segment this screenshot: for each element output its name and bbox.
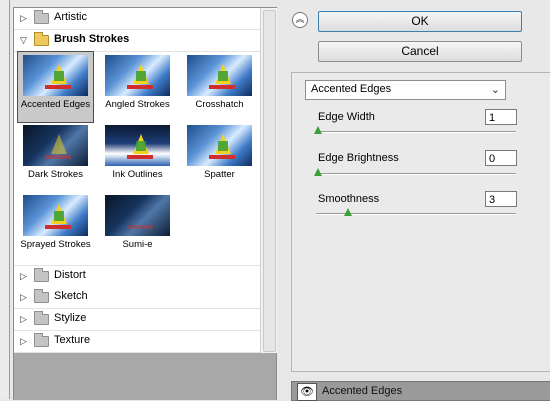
edge-width-slider-thumb[interactable] — [314, 126, 322, 134]
gallery-scrollbar[interactable] — [260, 8, 277, 353]
expand-triangle-icon[interactable]: ▷ — [20, 336, 27, 347]
filter-preview-image — [23, 125, 88, 166]
smoothness-field[interactable]: 3 — [485, 191, 517, 207]
cancel-button[interactable]: Cancel — [318, 41, 522, 62]
category-label: Distort — [54, 269, 86, 281]
edge-brightness-label: Edge Brightness — [318, 152, 399, 164]
expand-triangle-icon[interactable]: ▷ — [20, 314, 27, 325]
category-texture[interactable]: ▷ Texture — [14, 331, 260, 353]
filter-thumb-caption: Sumi-e — [122, 239, 153, 250]
filter-thumb-spatter[interactable]: Spatter — [182, 122, 257, 192]
folder-icon — [34, 268, 49, 282]
filter-select-value: Accented Edges — [311, 83, 392, 95]
expand-triangle-icon[interactable]: ▷ — [20, 271, 27, 282]
filter-gallery-panel: ▷ Artistic ▽ Brush Strokes Accented Edge… — [13, 7, 277, 400]
category-label: Sketch — [54, 290, 88, 302]
filter-gallery-list: ▷ Artistic ▽ Brush Strokes Accented Edge… — [14, 8, 260, 353]
smoothness-slider-thumb[interactable] — [344, 208, 352, 216]
filter-thumb-caption: Sprayed Strokes — [20, 239, 91, 250]
category-label: Texture — [54, 334, 91, 346]
edge-width-label: Edge Width — [318, 111, 375, 123]
filter-thumb-caption: Dark Strokes — [28, 169, 83, 180]
filter-thumb-caption: Angled Strokes — [105, 99, 170, 110]
eye-icon[interactable]: 👁 — [297, 383, 317, 401]
collapse-triangle-icon[interactable]: ▽ — [20, 35, 27, 46]
filter-thumb-caption: Ink Outlines — [112, 169, 163, 180]
filter-preview-image — [105, 125, 170, 166]
ok-button[interactable]: OK — [318, 11, 522, 32]
smoothness-label: Smoothness — [318, 193, 380, 205]
double-chevron-up-icon: ︽ — [295, 14, 305, 24]
expand-triangle-icon[interactable]: ▷ — [20, 292, 27, 303]
folder-open-icon — [34, 32, 49, 46]
chevron-down-icon: ⌄ — [490, 84, 500, 96]
edge-width-field[interactable]: 1 — [485, 109, 517, 125]
folder-icon — [34, 289, 49, 303]
filter-thumb-ink-outlines[interactable]: Ink Outlines — [100, 122, 175, 192]
filter-thumb-caption: Crosshatch — [195, 99, 244, 110]
edge-brightness-slider[interactable] — [316, 173, 516, 175]
filter-preview-image — [187, 55, 252, 96]
filter-preview-image — [105, 195, 170, 236]
category-stylize[interactable]: ▷ Stylize — [14, 309, 260, 331]
edge-width-slider[interactable] — [316, 131, 516, 133]
filter-preview-image — [187, 125, 252, 166]
filter-preview-image — [23, 195, 88, 236]
filter-preview-image — [23, 55, 88, 96]
filter-thumb-angled-strokes[interactable]: Angled Strokes — [100, 52, 175, 122]
effect-layer-name[interactable]: Accented Edges — [322, 385, 402, 397]
folder-icon — [34, 311, 49, 325]
category-artistic[interactable]: ▷ Artistic — [14, 8, 260, 30]
folder-icon — [34, 333, 49, 347]
filter-thumb-accented-edges[interactable]: Accented Edges — [17, 51, 94, 123]
left-edge-strip — [0, 0, 10, 399]
edge-brightness-field[interactable]: 0 — [485, 150, 517, 166]
filter-thumb-caption: Accented Edges — [20, 99, 91, 110]
filter-thumb-sprayed-strokes[interactable]: Sprayed Strokes — [18, 192, 93, 262]
category-label: Artistic — [54, 11, 87, 23]
category-brush-strokes[interactable]: ▽ Brush Strokes — [14, 30, 260, 52]
edge-brightness-slider-thumb[interactable] — [314, 168, 322, 176]
filter-thumb-caption: Spatter — [204, 169, 235, 180]
category-sketch[interactable]: ▷ Sketch — [14, 287, 260, 309]
filter-preview-image — [105, 55, 170, 96]
category-label: Stylize — [54, 312, 87, 324]
scrollbar-thumb[interactable] — [263, 10, 276, 352]
filter-select[interactable]: Accented Edges ⌄ — [305, 80, 506, 100]
category-distort[interactable]: ▷ Distort — [14, 265, 260, 288]
filter-thumb-dark-strokes[interactable]: Dark Strokes — [18, 122, 93, 192]
folder-icon — [34, 10, 49, 24]
collapse-gallery-button[interactable]: ︽ — [292, 12, 308, 28]
category-label: Brush Strokes — [54, 33, 130, 45]
filter-thumb-sumi-e[interactable]: Sumi-e — [100, 192, 175, 262]
expand-triangle-icon[interactable]: ▷ — [20, 13, 27, 24]
filter-thumb-crosshatch[interactable]: Crosshatch — [182, 52, 257, 122]
